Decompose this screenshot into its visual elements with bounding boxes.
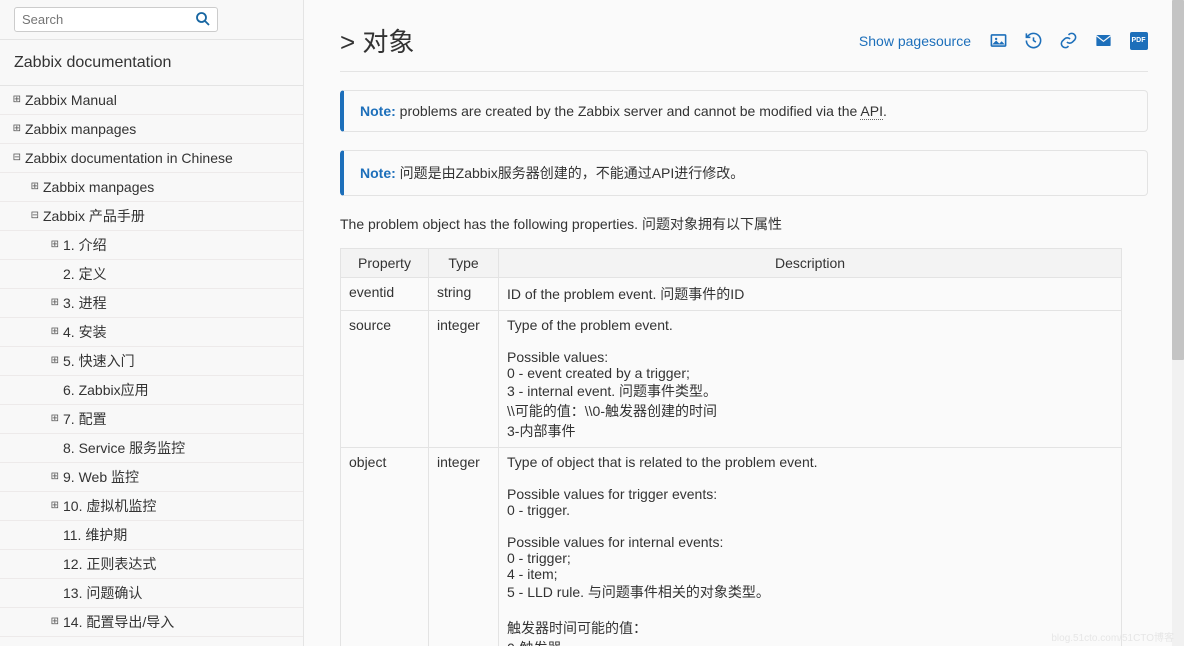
cell-property: source xyxy=(341,311,429,448)
scrollbar[interactable] xyxy=(1172,0,1184,646)
sidebar-item[interactable]: 8. Service 服务监控 xyxy=(0,434,303,463)
collapse-icon[interactable]: ⊟ xyxy=(0,153,25,163)
cell-description: Type of object that is related to the pr… xyxy=(499,448,1122,646)
note-text: 问题是由Zabbix服务器创建的，不能通过API进行修改。 xyxy=(396,165,744,181)
api-link[interactable]: API xyxy=(860,103,883,120)
table-description: The problem object has the following pro… xyxy=(340,214,1148,234)
cell-description: Type of the problem event. Possible valu… xyxy=(499,311,1122,448)
scrollbar-thumb[interactable] xyxy=(1172,0,1184,360)
sidebar-item-label: Zabbix manpages xyxy=(25,121,136,137)
cell-property: object xyxy=(341,448,429,646)
page-title: > 对象 xyxy=(340,22,414,59)
sidebar-item[interactable]: ⊟Zabbix documentation in Chinese xyxy=(0,144,303,173)
sidebar-item-label: 9. Web 监控 xyxy=(63,467,139,487)
sidebar: Zabbix documentation ⊞Zabbix Manual⊞Zabb… xyxy=(0,0,304,646)
properties-table: Property Type Description eventidstringI… xyxy=(340,248,1122,646)
cell-type: string xyxy=(429,278,499,311)
search-input[interactable] xyxy=(14,7,218,32)
cell-property: eventid xyxy=(341,278,429,311)
col-type: Type xyxy=(429,249,499,278)
sidebar-item-label: 3. 进程 xyxy=(63,293,107,313)
sidebar-item[interactable]: ⊞5. 快速入门 xyxy=(0,347,303,376)
sidebar-item-label: 13. 问题确认 xyxy=(63,583,142,603)
mail-icon[interactable] xyxy=(1094,31,1113,50)
sidebar-item-label: 4. 安装 xyxy=(63,322,107,342)
cell-type: integer xyxy=(429,311,499,448)
search-icon[interactable] xyxy=(194,10,212,28)
sidebar-item[interactable]: 11. 维护期 xyxy=(0,521,303,550)
sidebar-item[interactable]: ⊞Zabbix manpages xyxy=(0,173,303,202)
sidebar-item[interactable]: 6. Zabbix应用 xyxy=(0,376,303,405)
sidebar-item-label: Zabbix 产品手册 xyxy=(43,206,145,226)
expand-icon[interactable]: ⊞ xyxy=(38,472,63,482)
cell-description: ID of the problem event. 问题事件的ID xyxy=(499,278,1122,311)
link-icon[interactable] xyxy=(1059,31,1078,50)
note-label: Note: xyxy=(360,103,396,119)
show-pagesource-link[interactable]: Show pagesource xyxy=(859,33,971,49)
expand-icon[interactable]: ⊞ xyxy=(0,95,25,105)
watermark: blog.51cto.com/51CTO博客 xyxy=(1051,629,1174,644)
table-row: sourceintegerType of the problem event. … xyxy=(341,311,1122,448)
sidebar-item-label: 5. 快速入门 xyxy=(63,351,135,371)
sidebar-item[interactable]: ⊟Zabbix 产品手册 xyxy=(0,202,303,231)
expand-icon[interactable]: ⊞ xyxy=(38,240,63,250)
col-property: Property xyxy=(341,249,429,278)
image-icon[interactable] xyxy=(989,31,1008,50)
sidebar-item[interactable]: ⊞4. 安装 xyxy=(0,318,303,347)
sidebar-item[interactable]: ⊞10. 虚拟机监控 xyxy=(0,492,303,521)
sidebar-item[interactable]: ⊞14. 配置导出/导入 xyxy=(0,608,303,637)
collapse-icon[interactable]: ⊟ xyxy=(18,211,43,221)
sidebar-item-label: 11. 维护期 xyxy=(63,525,127,545)
note-box-zh: Note: 问题是由Zabbix服务器创建的，不能通过API进行修改。 xyxy=(340,150,1148,196)
sidebar-item-label: 10. 虚拟机监控 xyxy=(63,496,156,516)
table-row: objectintegerType of object that is rela… xyxy=(341,448,1122,646)
sidebar-item-label: Zabbix Manual xyxy=(25,92,117,108)
sidebar-item-label: Zabbix manpages xyxy=(43,179,154,195)
note-box-en: Note: problems are created by the Zabbix… xyxy=(340,90,1148,132)
sidebar-item-label: 1. 介绍 xyxy=(63,235,107,255)
table-row: eventidstringID of the problem event. 问题… xyxy=(341,278,1122,311)
expand-icon[interactable]: ⊞ xyxy=(38,327,63,337)
sidebar-item[interactable]: 13. 问题确认 xyxy=(0,579,303,608)
sidebar-item[interactable]: ⊞9. Web 监控 xyxy=(0,463,303,492)
sidebar-item-label: 2. 定义 xyxy=(63,264,107,284)
expand-icon[interactable]: ⊞ xyxy=(18,182,43,192)
expand-icon[interactable]: ⊞ xyxy=(38,414,63,424)
sidebar-item[interactable]: ⊞1. 介绍 xyxy=(0,231,303,260)
pdf-icon[interactable]: PDF xyxy=(1129,31,1148,50)
col-description: Description xyxy=(499,249,1122,278)
sidebar-item-label: 8. Service 服务监控 xyxy=(63,438,185,458)
main-content: > 对象 Show pagesource PDF Note: problems … xyxy=(304,0,1184,646)
cell-type: integer xyxy=(429,448,499,646)
sidebar-item-label: 7. 配置 xyxy=(63,409,107,429)
history-icon[interactable] xyxy=(1024,31,1043,50)
expand-icon[interactable]: ⊞ xyxy=(0,124,25,134)
expand-icon[interactable]: ⊞ xyxy=(38,501,63,511)
expand-icon[interactable]: ⊞ xyxy=(38,356,63,366)
sidebar-item-label: Zabbix documentation in Chinese xyxy=(25,150,233,166)
sidebar-item-label: 12. 正则表达式 xyxy=(63,554,156,574)
expand-icon[interactable]: ⊞ xyxy=(38,298,63,308)
sidebar-item[interactable]: ⊞Zabbix Manual xyxy=(0,86,303,115)
sidebar-item-label: 6. Zabbix应用 xyxy=(63,380,149,400)
sidebar-item[interactable]: 2. 定义 xyxy=(0,260,303,289)
sidebar-item[interactable]: ⊞3. 进程 xyxy=(0,289,303,318)
sidebar-item[interactable]: ⊞7. 配置 xyxy=(0,405,303,434)
note-label: Note: xyxy=(360,165,396,181)
sidebar-item[interactable]: ⊞Zabbix manpages xyxy=(0,115,303,144)
nav-title[interactable]: Zabbix documentation xyxy=(0,40,303,86)
sidebar-item[interactable]: 12. 正则表达式 xyxy=(0,550,303,579)
note-text: problems are created by the Zabbix serve… xyxy=(396,103,861,119)
sidebar-item-label: 14. 配置导出/导入 xyxy=(63,612,174,632)
expand-icon[interactable]: ⊞ xyxy=(38,617,63,627)
